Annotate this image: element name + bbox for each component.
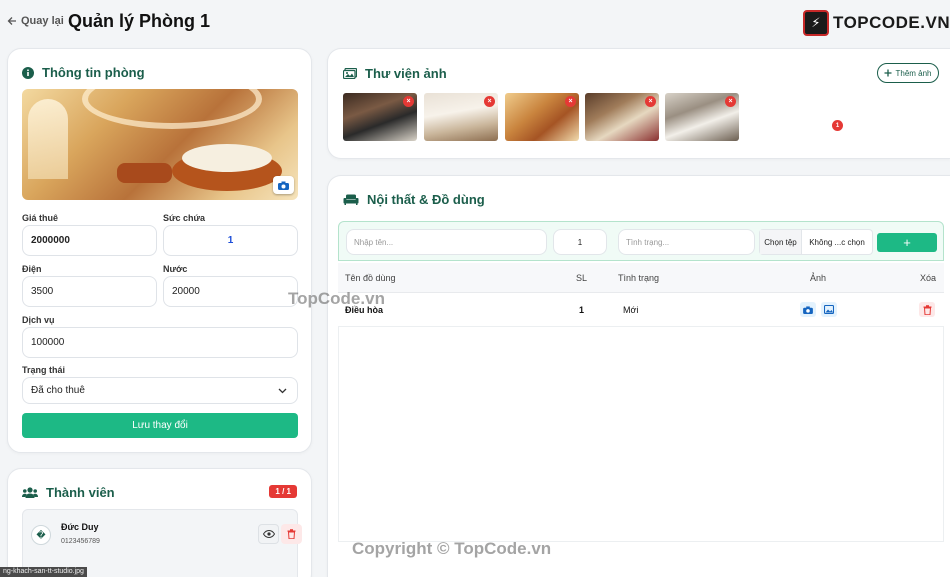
add-furniture-row: Nhập tên... 1 Tình trạng... Chọn tệp Khô… xyxy=(338,221,944,261)
room-info-heading: Thông tin phòng xyxy=(22,65,145,80)
users-icon xyxy=(22,486,38,499)
plus-icon xyxy=(884,69,892,77)
choose-file-button[interactable]: Chọn tệp xyxy=(760,230,802,254)
condition-input[interactable]: Tình trạng... xyxy=(618,229,755,255)
delete-photo-icon[interactable]: × xyxy=(725,96,736,107)
price-label: Giá thuê xyxy=(22,213,59,223)
logo-mark-icon: ⚡ xyxy=(803,10,829,36)
images-icon xyxy=(343,68,357,79)
service-input[interactable]: 100000 xyxy=(22,327,298,358)
furniture-name-input[interactable]: Nhập tên... xyxy=(346,229,547,255)
image-icon xyxy=(824,305,834,314)
save-changes-button[interactable]: Lưu thay đổi xyxy=(22,413,298,438)
furniture-heading: Nội thất & Đồ dùng xyxy=(343,192,485,207)
room-info-card: Thông tin phòng Giá thuê 2000000 Sức chứ… xyxy=(7,48,312,453)
status-value: Đã cho thuê xyxy=(31,385,85,396)
water-label: Nước xyxy=(163,264,188,274)
table-row: Điều hòa 1 Mới xyxy=(338,293,944,327)
add-photo-button[interactable]: Thêm ảnh xyxy=(877,63,939,83)
quantity-input[interactable]: 1 xyxy=(553,229,607,255)
no-file-text: Không ...c chọn xyxy=(809,237,865,247)
topcode-logo: ⚡ TOPCODE.VN xyxy=(803,10,950,36)
trash-icon xyxy=(923,304,932,315)
water-input[interactable]: 20000 xyxy=(163,276,298,307)
top-bar: Quay lại Quản lý Phòng 1 ⚡ TOPCODE.VN xyxy=(0,0,950,46)
camera-icon xyxy=(803,305,813,314)
add-photo-label: Thêm ảnh xyxy=(895,68,932,78)
capacity-input[interactable]: 1 xyxy=(163,225,298,256)
members-heading: Thành viên xyxy=(22,485,115,500)
capacity-label: Sức chứa xyxy=(163,213,206,223)
gallery-thumb[interactable]: × xyxy=(343,93,417,141)
back-label: Quay lại xyxy=(21,15,64,27)
gallery-thumb[interactable]: × xyxy=(665,93,739,141)
members-card: Thành viên 1 / 1 � Đức Duy 0123456789 xyxy=(7,468,312,577)
members-title: Thành viên xyxy=(46,485,115,500)
col-name: Tên đồ dùng xyxy=(345,273,396,283)
back-button[interactable]: Quay lại xyxy=(7,15,64,27)
room-photo xyxy=(22,89,298,200)
arrow-left-icon xyxy=(7,16,17,26)
trash-icon xyxy=(287,529,296,539)
camera-icon xyxy=(278,181,289,190)
item-name: Điều hòa xyxy=(345,305,384,315)
delete-item-button[interactable] xyxy=(919,302,935,317)
logo-text: TOPCODE.VN xyxy=(833,13,950,32)
member-name: Đức Duy xyxy=(61,522,99,532)
gallery-thumb[interactable]: × xyxy=(424,93,498,141)
item-condition: Mới xyxy=(623,305,639,315)
delete-photo-icon[interactable]: × xyxy=(403,96,414,107)
electric-label: Điện xyxy=(22,264,42,274)
sofa-icon xyxy=(343,194,359,205)
table-body-empty xyxy=(338,327,944,542)
eye-icon xyxy=(262,530,275,538)
gallery-thumb[interactable]: × xyxy=(585,93,659,141)
page-title: Quản lý Phòng 1 xyxy=(68,11,211,31)
furniture-card: Nội thất & Đồ dùng Nhập tên... 1 Tình tr… xyxy=(327,175,950,577)
status-select[interactable]: Đã cho thuê xyxy=(22,377,298,404)
chevron-down-icon xyxy=(278,388,287,394)
view-member-button[interactable] xyxy=(258,524,279,544)
service-label: Dịch vụ xyxy=(22,315,55,325)
avatar: � xyxy=(31,525,51,545)
gallery-heading: Thư viện ảnh xyxy=(343,66,447,81)
item-qty: 1 xyxy=(579,305,585,315)
gallery-card: Thư viện ảnh Thêm ảnh × × × × × xyxy=(327,48,950,159)
upload-image-button[interactable] xyxy=(800,302,816,317)
member-phone: 0123456789 xyxy=(61,538,100,545)
furniture-title: Nội thất & Đồ dùng xyxy=(367,192,485,207)
col-qty: SL xyxy=(576,273,588,283)
room-info-title: Thông tin phòng xyxy=(42,65,145,80)
electric-input[interactable]: 3500 xyxy=(22,276,157,307)
info-icon xyxy=(22,66,34,79)
filename-label: ng-khach-san-tt-studio.jpg xyxy=(0,567,87,577)
file-picker[interactable]: Chọn tệp Không ...c chọn xyxy=(759,229,873,255)
delete-photo-icon[interactable]: × xyxy=(565,96,576,107)
gallery-thumb[interactable]: × xyxy=(505,93,579,141)
member-count-badge: 1 / 1 xyxy=(269,485,297,498)
change-photo-button[interactable] xyxy=(273,176,294,194)
status-label: Trạng thái xyxy=(22,365,66,375)
col-condition: Tình trạng xyxy=(618,273,660,283)
view-images-button[interactable] xyxy=(821,302,837,317)
col-delete: Xóa xyxy=(920,273,937,283)
price-input[interactable]: 2000000 xyxy=(22,225,157,256)
delete-photo-icon[interactable]: × xyxy=(484,96,495,107)
delete-photo-icon[interactable]: × xyxy=(645,96,656,107)
image-count-badge: 1 xyxy=(832,120,843,131)
delete-member-button[interactable] xyxy=(281,524,302,544)
table-header: Tên đồ dùng SL Tình trạng Ảnh Xóa xyxy=(338,263,944,293)
col-image: Ảnh xyxy=(810,273,827,283)
add-furniture-button[interactable]: + xyxy=(877,233,937,252)
gallery-title: Thư viện ảnh xyxy=(365,66,447,81)
